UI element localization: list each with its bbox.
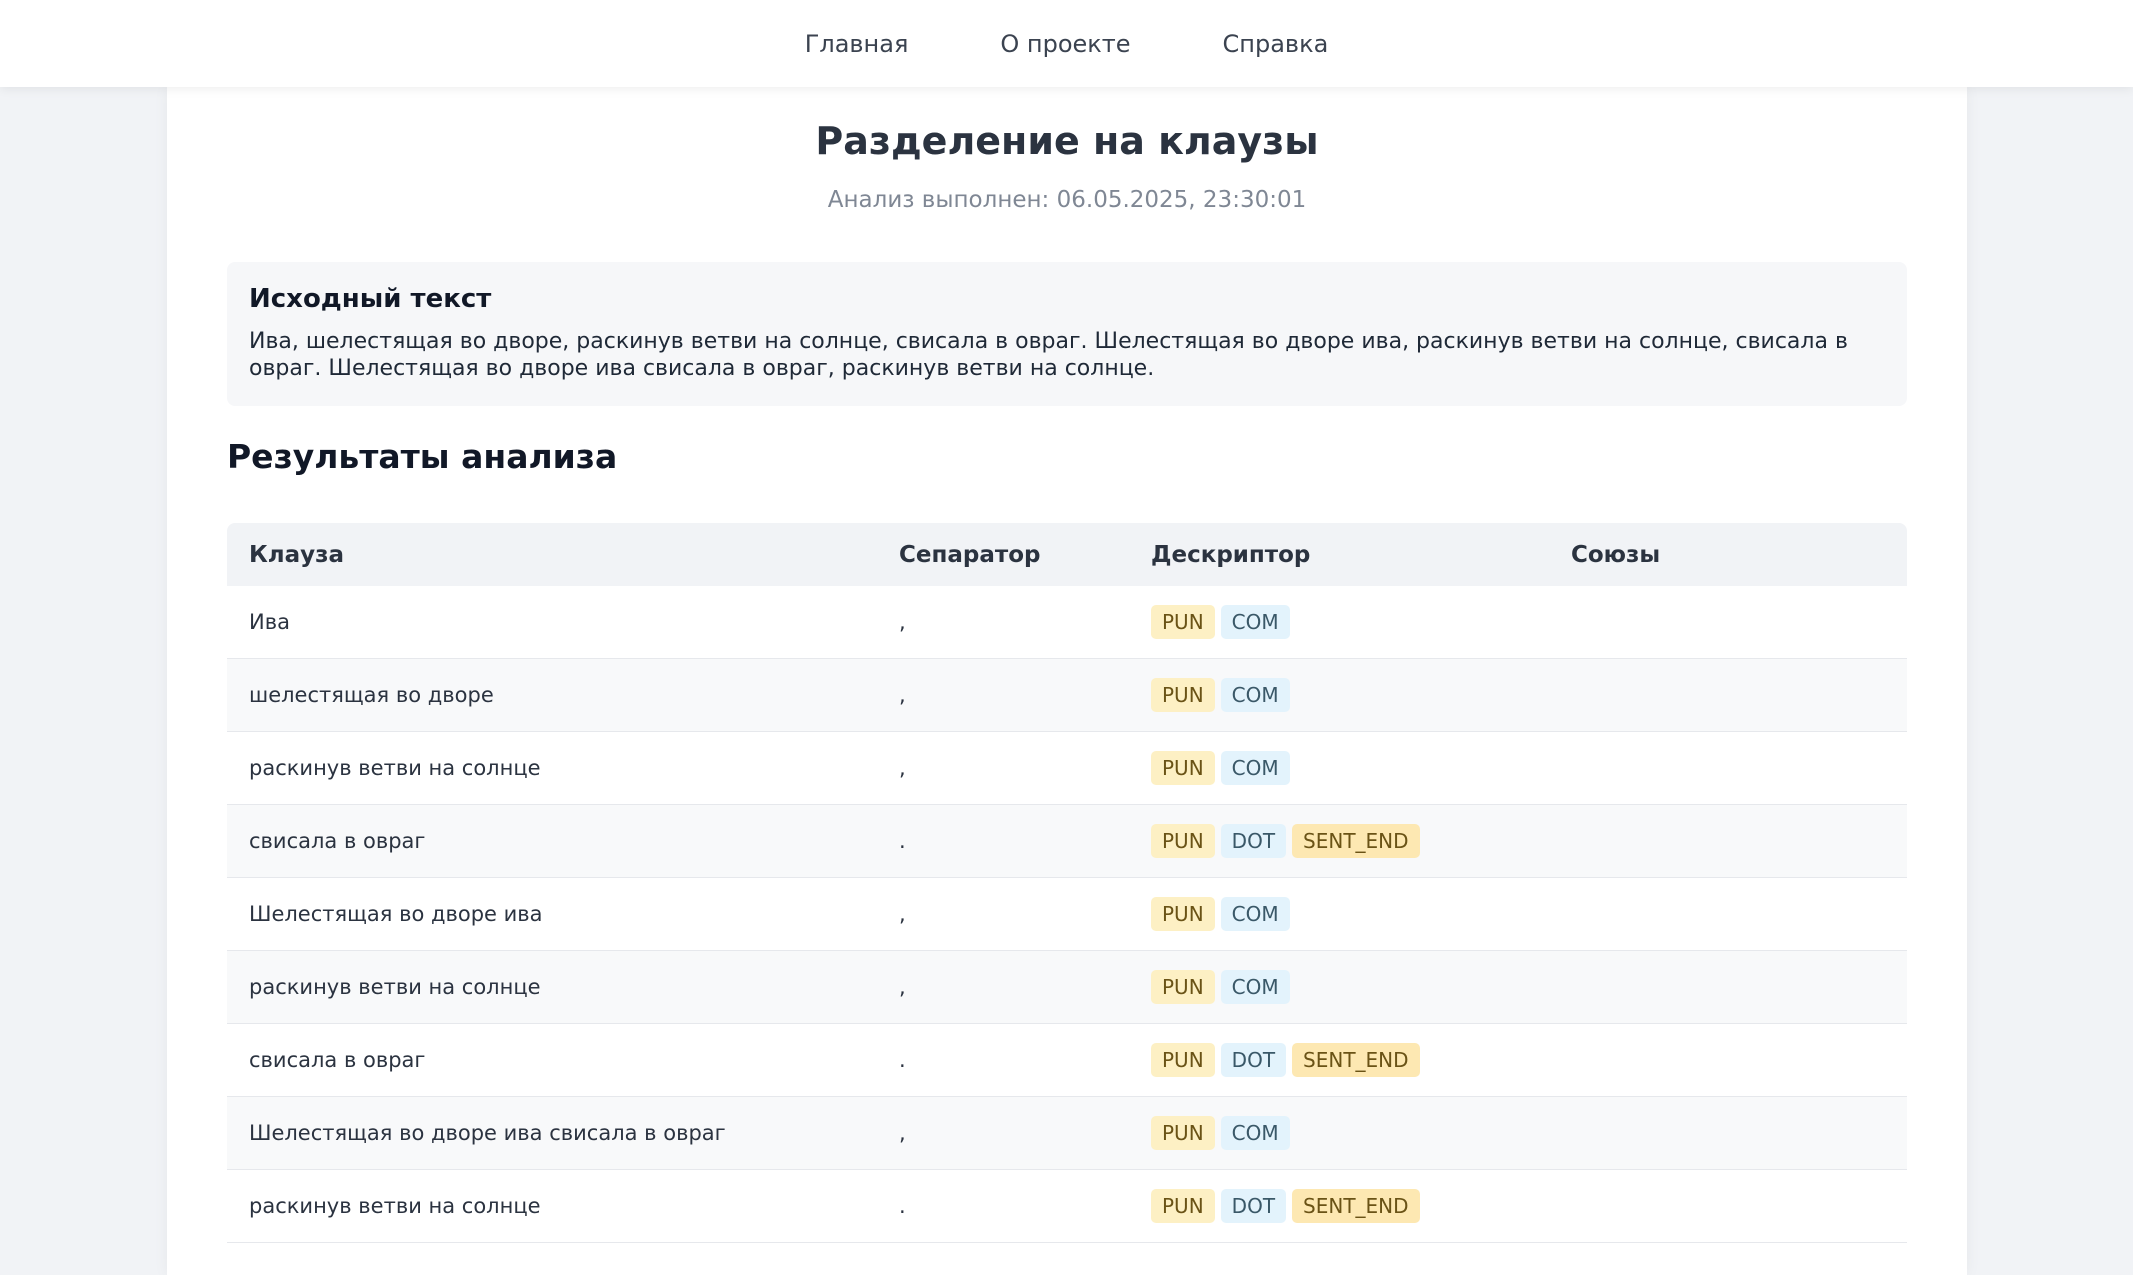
table-body: Ива, PUN COM шелестящая во дворе, PUN COM раск…: [227, 586, 1907, 1243]
separator-cell: ,: [899, 756, 906, 780]
descriptor-cell: PUN COM: [1151, 970, 1571, 1004]
descriptor-tag: PUN: [1151, 1189, 1215, 1223]
separator-cell: ,: [899, 1121, 906, 1145]
clause-cell: свисала в овраг: [249, 829, 426, 853]
descriptor-cell: PUN COM: [1151, 605, 1571, 639]
clause-cell: свисала в овраг: [249, 1048, 426, 1072]
separator-cell: .: [899, 1194, 906, 1218]
clause-cell: раскинув ветви на солнце: [249, 756, 541, 780]
clause-cell: Ива: [249, 610, 290, 634]
descriptor-tag: COM: [1220, 751, 1290, 785]
table-row: Шелестящая во дворе ива, PUN COM: [227, 878, 1907, 951]
descriptor-tag: PUN: [1151, 970, 1215, 1004]
descriptor-cell: PUN COM: [1151, 1116, 1571, 1150]
column-header-descriptor: Дескриптор: [1151, 541, 1311, 568]
table-row: свисала в овраг. PUN DOT SENT_END: [227, 805, 1907, 878]
table-header: Клауза Сепаратор Дескриптор Союзы: [227, 523, 1907, 586]
table-row: раскинув ветви на солнце, PUN COM: [227, 951, 1907, 1024]
descriptor-tag: DOT: [1220, 824, 1287, 858]
separator-cell: .: [899, 829, 906, 853]
descriptor-tag: PUN: [1151, 824, 1215, 858]
table-row: шелестящая во дворе, PUN COM: [227, 659, 1907, 732]
nav-link-help[interactable]: Справка: [1223, 30, 1329, 58]
column-header-separator: Сепаратор: [899, 541, 1041, 568]
column-header-conjunctions: Союзы: [1571, 541, 1661, 568]
table-row: Ива, PUN COM: [227, 586, 1907, 659]
descriptor-tag: DOT: [1220, 1043, 1287, 1077]
descriptor-tag: PUN: [1151, 897, 1215, 931]
descriptor-tag: COM: [1220, 678, 1290, 712]
clause-cell: раскинув ветви на солнце: [249, 975, 541, 999]
descriptor-tag: SENT_END: [1292, 824, 1420, 858]
column-header-clause: Клауза: [249, 541, 345, 568]
source-text-body: Ива, шелестящая во дворе, раскинув ветви…: [249, 329, 1848, 381]
descriptor-tag: DOT: [1220, 1189, 1287, 1223]
top-navigation: Главная О проекте Справка: [0, 0, 2133, 87]
separator-cell: ,: [899, 683, 906, 707]
clause-cell: шелестящая во дворе: [249, 683, 494, 707]
descriptor-tag: COM: [1220, 605, 1290, 639]
descriptor-cell: PUN COM: [1151, 897, 1571, 931]
descriptor-tag: PUN: [1151, 751, 1215, 785]
descriptor-tag: COM: [1220, 897, 1290, 931]
results-table: Клауза Сепаратор Дескриптор Союзы Ива, PU…: [227, 523, 1907, 1243]
clause-cell: Шелестящая во дворе ива: [249, 902, 543, 926]
separator-cell: .: [899, 1048, 906, 1072]
descriptor-cell: PUN DOT SENT_END: [1151, 1043, 1571, 1077]
clause-cell: раскинув ветви на солнце: [249, 1194, 541, 1218]
descriptor-tag: PUN: [1151, 1043, 1215, 1077]
source-text-panel: Исходный текст Ива, шелестящая во дворе,…: [227, 262, 1907, 406]
separator-cell: ,: [899, 610, 906, 634]
source-text-heading: Исходный текст: [249, 284, 492, 314]
descriptor-cell: PUN COM: [1151, 751, 1571, 785]
table-row: раскинув ветви на солнце, PUN COM: [227, 732, 1907, 805]
table-row: раскинув ветви на солнце. PUN DOT SENT_END: [227, 1170, 1907, 1243]
analysis-timestamp: Анализ выполнен: 06.05.2025, 23:30:01: [827, 187, 1307, 213]
nav-link-home[interactable]: Главная: [805, 30, 909, 58]
descriptor-cell: PUN COM: [1151, 678, 1571, 712]
page-title: Разделение на клаузы: [815, 119, 1319, 163]
table-row: Шелестящая во дворе ива свисала в овраг,…: [227, 1097, 1907, 1170]
descriptor-tag: SENT_END: [1292, 1189, 1420, 1223]
content-card: Разделение на клаузы Анализ выполнен: 06…: [167, 87, 1967, 1275]
descriptor-tag: PUN: [1151, 605, 1215, 639]
descriptor-tag: PUN: [1151, 678, 1215, 712]
separator-cell: ,: [899, 902, 906, 926]
clause-cell: Шелестящая во дворе ива свисала в овраг: [249, 1121, 726, 1145]
table-row: свисала в овраг. PUN DOT SENT_END: [227, 1024, 1907, 1097]
separator-cell: ,: [899, 975, 906, 999]
descriptor-tag: PUN: [1151, 1116, 1215, 1150]
nav-link-about[interactable]: О проекте: [1000, 30, 1130, 58]
results-heading: Результаты анализа: [227, 437, 618, 476]
descriptor-tag: COM: [1220, 970, 1290, 1004]
descriptor-cell: PUN DOT SENT_END: [1151, 1189, 1571, 1223]
descriptor-tag: COM: [1220, 1116, 1290, 1150]
descriptor-cell: PUN DOT SENT_END: [1151, 824, 1571, 858]
descriptor-tag: SENT_END: [1292, 1043, 1420, 1077]
